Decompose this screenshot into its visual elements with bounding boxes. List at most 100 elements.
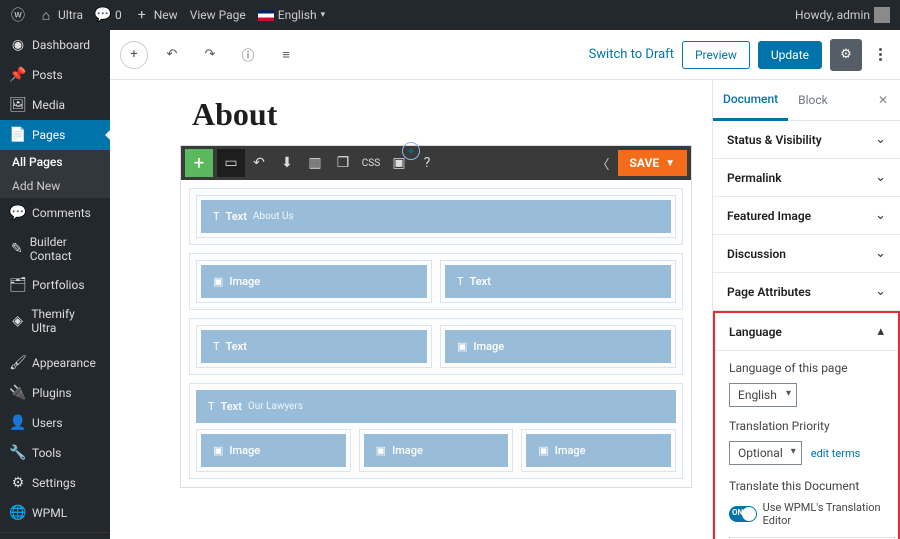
submenu-add-new[interactable]: Add New <box>0 174 110 198</box>
sidebar-item-dashboard[interactable]: ◉Dashboard <box>0 30 110 60</box>
builder-column[interactable]: ▣Image <box>521 429 676 472</box>
plus-icon: + <box>134 7 150 23</box>
sidebar-item-themify-ultra[interactable]: ◈Themify Ultra <box>0 300 110 342</box>
settings-button[interactable]: ⚙ <box>830 39 862 71</box>
builder-column[interactable]: ▣Image <box>196 260 432 303</box>
builder-block-text[interactable]: TTextOur Lawyers <box>196 390 676 423</box>
switch-draft-link[interactable]: Switch to Draft <box>589 47 674 62</box>
sidebar-item-wpml[interactable]: 🌐WPML <box>0 498 110 528</box>
builder-column[interactable]: ▣Image <box>196 429 351 472</box>
desktop-view-icon[interactable]: ▭ <box>217 149 245 177</box>
builder-block-text[interactable]: TText <box>445 265 671 298</box>
sidebar-item-media[interactable]: 🖼Media <box>0 90 110 120</box>
builder-block-image[interactable]: ▣Image <box>526 434 671 467</box>
tab-block[interactable]: Block <box>788 81 838 119</box>
submenu-all-pages[interactable]: All Pages <box>0 150 110 174</box>
chevron-down-icon: ⌄ <box>875 284 886 299</box>
panel-status-visibility[interactable]: Status & Visibility⌄ <box>713 121 900 159</box>
page-title[interactable]: About <box>192 96 692 133</box>
builder-undo[interactable]: ↶ <box>245 149 273 177</box>
new-link[interactable]: +New <box>134 7 178 23</box>
builder-save-button[interactable]: SAVE▼ <box>618 150 687 176</box>
builder-close[interactable]: 〈 <box>589 154 618 173</box>
translation-priority-label: Translation Priority <box>729 419 884 433</box>
builder-block-image[interactable]: ▣Image <box>201 434 346 467</box>
add-block-button[interactable]: + <box>120 41 148 69</box>
sidebar-item-comments[interactable]: 💬Comments <box>0 198 110 228</box>
builder-row[interactable]: TTextOur Lawyers ▣Image ▣Image ▣Image <box>189 383 683 479</box>
layout-icon[interactable]: ▥ <box>301 149 329 177</box>
builder-add-button[interactable]: + <box>185 149 213 177</box>
view-page-link[interactable]: View Page <box>190 8 246 22</box>
comments-link[interactable]: 💬0 <box>95 7 122 23</box>
themify-icon: ◈ <box>10 313 25 329</box>
info-button[interactable]: ⓘ <box>234 41 262 69</box>
builder-block-image[interactable]: ▣Image <box>201 265 427 298</box>
close-inspector[interactable]: ✕ <box>866 93 900 107</box>
sidebar-item-pages[interactable]: 📄Pages <box>0 120 110 150</box>
brush-icon: 🖌 <box>10 355 26 371</box>
sidebar-item-portfolios[interactable]: 🗂Portfolios <box>0 270 110 300</box>
image-icon: ▣ <box>376 444 386 457</box>
page-icon: 📄 <box>10 127 26 143</box>
undo-button[interactable]: ↶ <box>158 41 186 69</box>
builder-block-image[interactable]: ▣Image <box>445 330 671 363</box>
user-icon: 👤 <box>10 415 26 431</box>
panel-discussion[interactable]: Discussion⌄ <box>713 235 900 273</box>
sidebar-item-plugins[interactable]: 🔌Plugins <box>0 378 110 408</box>
outline-button[interactable]: ≡ <box>272 41 300 69</box>
panel-page-attributes[interactable]: Page Attributes⌄ <box>713 273 900 311</box>
page-language-select[interactable]: English <box>729 383 797 407</box>
builder-block-image[interactable]: ▣Image <box>364 434 509 467</box>
builder-column[interactable]: TText <box>440 260 676 303</box>
collapse-menu[interactable]: ◀Collapse menu <box>0 532 110 539</box>
inspector-sidebar: Document Block ✕ Status & Visibility⌄Per… <box>712 80 900 539</box>
home-icon: ⌂ <box>38 7 54 23</box>
builder-block-text[interactable]: TTextAbout Us <box>201 200 671 233</box>
editor-canvas: About + + ▭ ↶ ⬇ ▥ ❐ CSS ▣ ? 〈 <box>110 80 712 539</box>
sidebar-item-appearance[interactable]: 🖌Appearance <box>0 348 110 378</box>
builder-block-text[interactable]: TText <box>201 330 427 363</box>
builder-column[interactable]: TText <box>196 325 432 368</box>
insert-block-circle[interactable]: + <box>402 142 420 160</box>
language-switch[interactable]: English▾ <box>258 8 325 22</box>
preview-button[interactable]: Preview <box>682 41 750 69</box>
duplicate-icon[interactable]: ❐ <box>329 149 357 177</box>
wp-logo[interactable]: ⓦ <box>10 7 26 23</box>
account-link[interactable]: Howdy, admin <box>795 7 890 23</box>
chevron-up-icon: ▴ <box>877 324 884 339</box>
lang-of-page-label: Language of this page <box>729 361 884 375</box>
comment-icon: 💬 <box>10 205 26 221</box>
translate-doc-label: Translate this Document <box>729 479 884 493</box>
panel-featured-image[interactable]: Featured Image⌄ <box>713 197 900 235</box>
tab-document[interactable]: Document <box>713 80 788 121</box>
builder-row[interactable]: TTextAbout Us <box>189 188 683 245</box>
builder-column[interactable]: TTextAbout Us <box>196 195 676 238</box>
sidebar-item-settings[interactable]: ⚙Settings <box>0 468 110 498</box>
inspector-tabs: Document Block ✕ <box>713 80 900 121</box>
media-icon: 🖼 <box>10 97 26 113</box>
dashboard-icon: ◉ <box>10 37 26 53</box>
sidebar-item-builder-contact[interactable]: ✎Builder Contact <box>0 228 110 270</box>
chevron-down-icon: ▾ <box>321 10 326 20</box>
panel-language[interactable]: Language ▴ <box>715 313 898 351</box>
sidebar-item-users[interactable]: 👤Users <box>0 408 110 438</box>
redo-button[interactable]: ↷ <box>196 41 224 69</box>
panel-permalink[interactable]: Permalink⌄ <box>713 159 900 197</box>
builder-column[interactable]: ▣Image <box>359 429 514 472</box>
text-icon: T <box>213 340 220 353</box>
builder-column[interactable]: ▣Image <box>440 325 676 368</box>
sidebar-item-tools[interactable]: 🔧Tools <box>0 438 110 468</box>
more-menu[interactable] <box>870 48 890 61</box>
builder-toolbar: + ▭ ↶ ⬇ ▥ ❐ CSS ▣ ? 〈 SAVE▼ <box>181 146 691 180</box>
update-button[interactable]: Update <box>758 41 822 69</box>
priority-select[interactable]: Optional <box>729 441 802 465</box>
builder-row[interactable]: ▣Image TText <box>189 253 683 310</box>
edit-terms-link[interactable]: edit terms <box>811 447 861 460</box>
import-icon[interactable]: ⬇ <box>273 149 301 177</box>
css-button[interactable]: CSS <box>357 149 385 177</box>
wpml-editor-toggle[interactable]: ON <box>729 506 757 522</box>
sidebar-item-posts[interactable]: 📌Posts <box>0 60 110 90</box>
site-link[interactable]: ⌂Ultra <box>38 7 83 23</box>
builder-row[interactable]: TText ▣Image <box>189 318 683 375</box>
